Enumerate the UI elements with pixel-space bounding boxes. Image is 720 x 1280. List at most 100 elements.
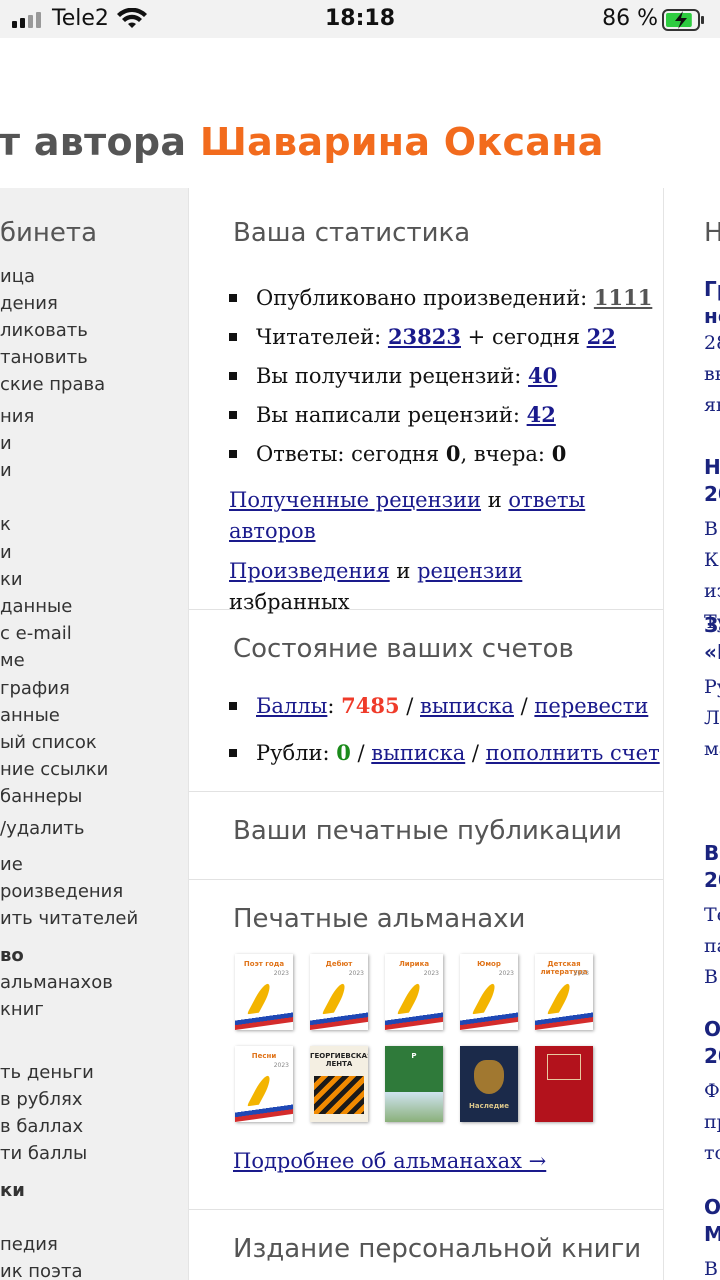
sidebar-item[interactable]: книг [0, 999, 44, 1020]
print-publications-title[interactable]: Ваши печатные публикации [233, 816, 622, 846]
personal-book-title[interactable]: Издание персональной книги [233, 1234, 641, 1264]
sidebar-item[interactable]: данные [0, 596, 72, 617]
sidebar-item[interactable]: ие [0, 854, 23, 875]
sidebar-item[interactable]: дения [0, 293, 58, 314]
sidebar: бинета ица дения ликовать тановить ские прав… [0, 188, 188, 1280]
sidebar-heading: бинета [0, 218, 98, 248]
news-text: Те па В [704, 904, 720, 988]
sidebar-item[interactable]: баннеры [0, 786, 82, 807]
favorite-works-link[interactable]: Произведения [229, 559, 390, 583]
stat-published-label: Опубликовано произведений: [256, 286, 594, 310]
stat-published-value[interactable]: 1111 [594, 285, 652, 310]
news-title-link[interactable]: Гр но [704, 276, 720, 330]
stat-answers-label: Ответы: сегодня [256, 442, 446, 466]
sidebar-item[interactable]: педия [0, 1234, 58, 1255]
points-statement-link[interactable]: выписка [420, 694, 514, 718]
page-title-prefix: т автора [0, 120, 187, 164]
coat-of-arms-icon [474, 1060, 504, 1094]
sidebar-item[interactable]: ти баллы [0, 1143, 87, 1164]
sidebar-item[interactable]: к [0, 514, 11, 535]
almanac-cover[interactable]: Р [385, 1046, 443, 1122]
sidebar-item[interactable]: ица [0, 266, 35, 287]
points-transfer-link[interactable]: перевести [534, 694, 648, 718]
sidebar-item[interactable]: ликовать [0, 320, 88, 341]
statistics-title: Ваша статистика [233, 218, 471, 248]
stat-readers-label: Читателей: [256, 325, 388, 349]
authors-answers-link[interactable]: ответы [508, 488, 585, 512]
sidebar-item[interactable]: ние ссылки [0, 759, 108, 780]
stat-written-label: Вы написали рецензий: [256, 403, 527, 427]
favorite-reviews-link[interactable]: рецензии [417, 559, 522, 583]
almanac-cover[interactable]: Лирика 2023 [385, 954, 443, 1030]
points-value: 7485 [341, 693, 400, 718]
almanac-cover[interactable]: Юмор 2023 [460, 954, 518, 1030]
almanac-cover[interactable]: Поэт года 2023 [235, 954, 293, 1030]
sidebar-item[interactable]: ния [0, 406, 34, 427]
sidebar-item[interactable]: ские права [0, 374, 105, 395]
print-publications-section[interactable]: Ваши печатные публикации [189, 792, 663, 880]
sidebar-item[interactable]: ки [0, 569, 23, 590]
stat-published: Опубликовано произведений: 1111 [229, 278, 652, 317]
almanac-cover-year: 2023 [498, 970, 514, 977]
almanac-cover-title: Р [411, 1052, 417, 1060]
news-column: Н Гр но28 вь янНа 20В К из ТуЗа «НРу Л м… [664, 188, 720, 1280]
stat-written-value[interactable]: 42 [527, 402, 556, 427]
sidebar-item[interactable]: графия [0, 678, 70, 699]
stat-readers-value[interactable]: 23823 [388, 324, 461, 349]
almanac-cover[interactable]: Детская литература 2023 [535, 954, 593, 1030]
authors-answers-link-continued[interactable]: авторов [229, 519, 316, 543]
news-title-link[interactable]: На 20 [704, 454, 720, 508]
sidebar-item[interactable]: с e-mail [0, 623, 72, 644]
rubles-topup-link[interactable]: пополнить счет [486, 741, 660, 765]
almanac-cover[interactable]: Наследие [460, 1046, 518, 1122]
sidebar-item[interactable]: /удалить [0, 818, 85, 839]
stat-answers-yesterday: 0 [551, 441, 567, 466]
sidebar-item[interactable]: альманахов [0, 972, 113, 993]
almanac-cover-title: Наследие [469, 1102, 509, 1110]
almanac-cover[interactable]: Песни 2023 [235, 1046, 293, 1122]
news-title-link[interactable]: Об М [704, 1194, 720, 1248]
received-reviews-paragraph: Полученные рецензии и ответы авторов [229, 485, 639, 547]
news-title-link[interactable]: Об 20 [704, 1016, 720, 1070]
sidebar-item[interactable]: в баллах [0, 1116, 83, 1137]
sidebar-item[interactable]: ме [0, 650, 25, 671]
flag-ribbon [235, 1007, 293, 1030]
sidebar-item[interactable]: анные [0, 705, 60, 726]
sidebar-item[interactable]: и [0, 460, 12, 481]
sidebar-item[interactable]: ть деньги [0, 1062, 94, 1083]
almanac-cover-title: Песни [251, 1052, 277, 1060]
sidebar-item[interactable]: и [0, 433, 12, 454]
almanac-cover-year: 2023 [273, 970, 289, 977]
sidebar-item[interactable]: ик поэта [0, 1261, 82, 1280]
sidebar-item[interactable]: ить читателей [0, 908, 138, 929]
stat-received-value[interactable]: 40 [528, 363, 557, 388]
favorites-paragraph: Произведения и рецензии избранных [229, 556, 639, 618]
sidebar-item[interactable]: ый список [0, 732, 97, 753]
separator: / [399, 694, 421, 718]
almanac-cover[interactable]: Дебют 2023 [310, 954, 368, 1030]
stat-readers-today-value[interactable]: 22 [587, 324, 616, 349]
points-colon: : [327, 694, 342, 718]
almanac-cover-title: Дебют [325, 960, 353, 968]
sidebar-item[interactable]: роизведения [0, 881, 123, 902]
st-george-ribbon [314, 1076, 364, 1114]
received-reviews-link[interactable]: Полученные рецензии [229, 488, 481, 512]
sidebar-item[interactable]: в рублях [0, 1089, 83, 1110]
almanac-cover[interactable] [535, 1046, 593, 1122]
rubles-statement-link[interactable]: выписка [371, 741, 465, 765]
page-title: т автора Шаварина Оксана [0, 120, 604, 164]
news-title-link[interactable]: За «Н [704, 612, 720, 666]
points-link[interactable]: Баллы [256, 694, 327, 718]
almanacs-more-link[interactable]: Подробнее об альманахах → [233, 1149, 546, 1173]
personal-book-section[interactable]: Издание персональной книги [189, 1210, 663, 1280]
separator: / [513, 694, 535, 718]
news-title-link[interactable]: Вр 20 [704, 840, 720, 894]
sidebar-item[interactable]: тановить [0, 347, 88, 368]
sidebar-item[interactable]: и [0, 542, 12, 563]
main-column: Ваша статистика Опубликовано произведени… [188, 188, 664, 1280]
stat-readers-today-label: + сегодня [461, 325, 587, 349]
almanac-cover[interactable]: ГЕОРГИЕВСКАЯ ЛЕНТА [310, 1046, 368, 1122]
accounts-section: Состояние ваших счетов Баллы: 7485 / вып… [189, 610, 663, 792]
stat-answers-today: 0 [445, 441, 461, 466]
author-name[interactable]: Шаварина Оксана [200, 120, 604, 164]
